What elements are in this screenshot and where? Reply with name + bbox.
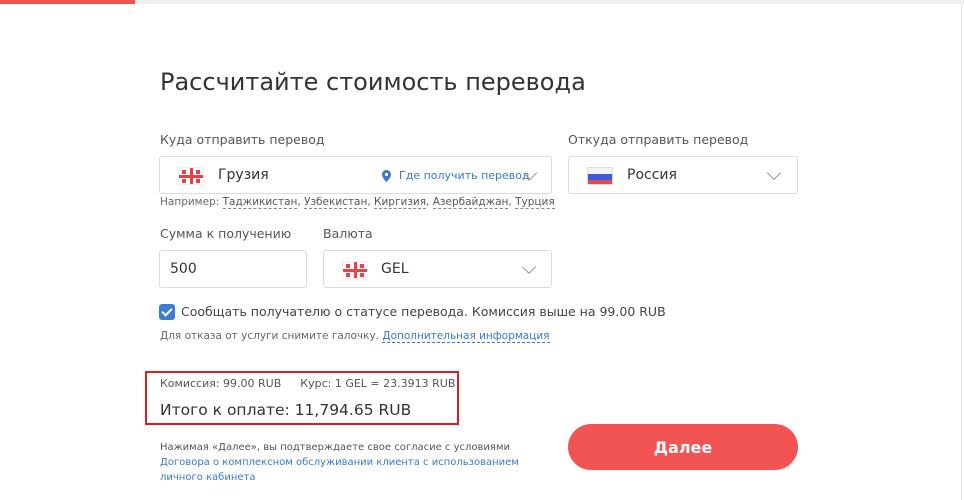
progress-track — [0, 0, 964, 4]
russia-flag-icon — [587, 167, 613, 185]
next-button[interactable]: Далее — [568, 424, 798, 470]
destination-select[interactable]: Грузия Где получить перевод — [159, 156, 552, 194]
currency-value: GEL — [381, 261, 409, 277]
origin-country: Россия — [627, 167, 677, 183]
fee-text: Комиссия: 99.00 RUB — [160, 377, 282, 390]
fee-and-rate: Комиссия: 99.00 RUB Курс: 1 GEL = 23.391… — [160, 377, 455, 390]
amount-input[interactable] — [159, 250, 307, 288]
georgia-flag-icon — [342, 261, 368, 279]
georgia-flag-icon — [178, 167, 204, 185]
example-link-turkey[interactable]: Турция — [515, 196, 555, 209]
chevron-down-icon — [766, 165, 782, 181]
notify-label: Сообщать получателю о статусе перевода. … — [181, 304, 666, 319]
refuse-text: Для отказа от услуги снимите галочку. — [160, 330, 380, 342]
currency-select[interactable]: GEL — [323, 250, 552, 288]
location-pin-icon — [382, 170, 391, 182]
chevron-down-icon — [521, 259, 537, 275]
where-to-receive-link[interactable]: Где получить перевод — [399, 169, 530, 182]
origin-label: Откуда отправить перевод — [568, 132, 749, 147]
example-link-uzbekistan[interactable]: Узбекистан — [304, 196, 368, 209]
currency-label: Валюта — [323, 226, 373, 241]
amount-label: Сумма к получению — [160, 226, 292, 241]
page-title: Рассчитайте стоимость перевода — [160, 68, 586, 96]
example-link-tajikistan[interactable]: Таджикистан — [222, 196, 298, 209]
more-info-link[interactable]: Дополнительная информация — [382, 330, 550, 343]
destination-label: Куда отправить перевод — [160, 132, 325, 147]
origin-select[interactable]: Россия — [568, 156, 798, 194]
checkmark-icon — [161, 305, 173, 317]
terms-text: Нажимая «Далее», вы подтверждаете свое с… — [160, 440, 560, 485]
examples-hint: Например: Таджикистан, Узбекистан, Кирги… — [160, 196, 555, 209]
refuse-hint: Для отказа от услуги снимите галочку. До… — [160, 330, 550, 343]
examples-prefix: Например: — [160, 196, 220, 208]
total-amount: Итого к оплате: 11,794.65 RUB — [160, 401, 412, 419]
example-link-azerbaijan[interactable]: Азербайджан — [432, 196, 509, 209]
progress-fill — [0, 0, 135, 4]
destination-country: Грузия — [218, 167, 269, 183]
terms-link[interactable]: Договора о комплексном обслуживании клие… — [160, 457, 519, 483]
notify-checkbox[interactable] — [159, 304, 175, 320]
rate-text: Курс: 1 GEL = 23.3913 RUB — [300, 377, 456, 390]
terms-prefix: Нажимая «Далее», вы подтверждаете свое с… — [160, 442, 510, 453]
example-link-kyrgyzstan[interactable]: Киргизия — [374, 196, 427, 209]
